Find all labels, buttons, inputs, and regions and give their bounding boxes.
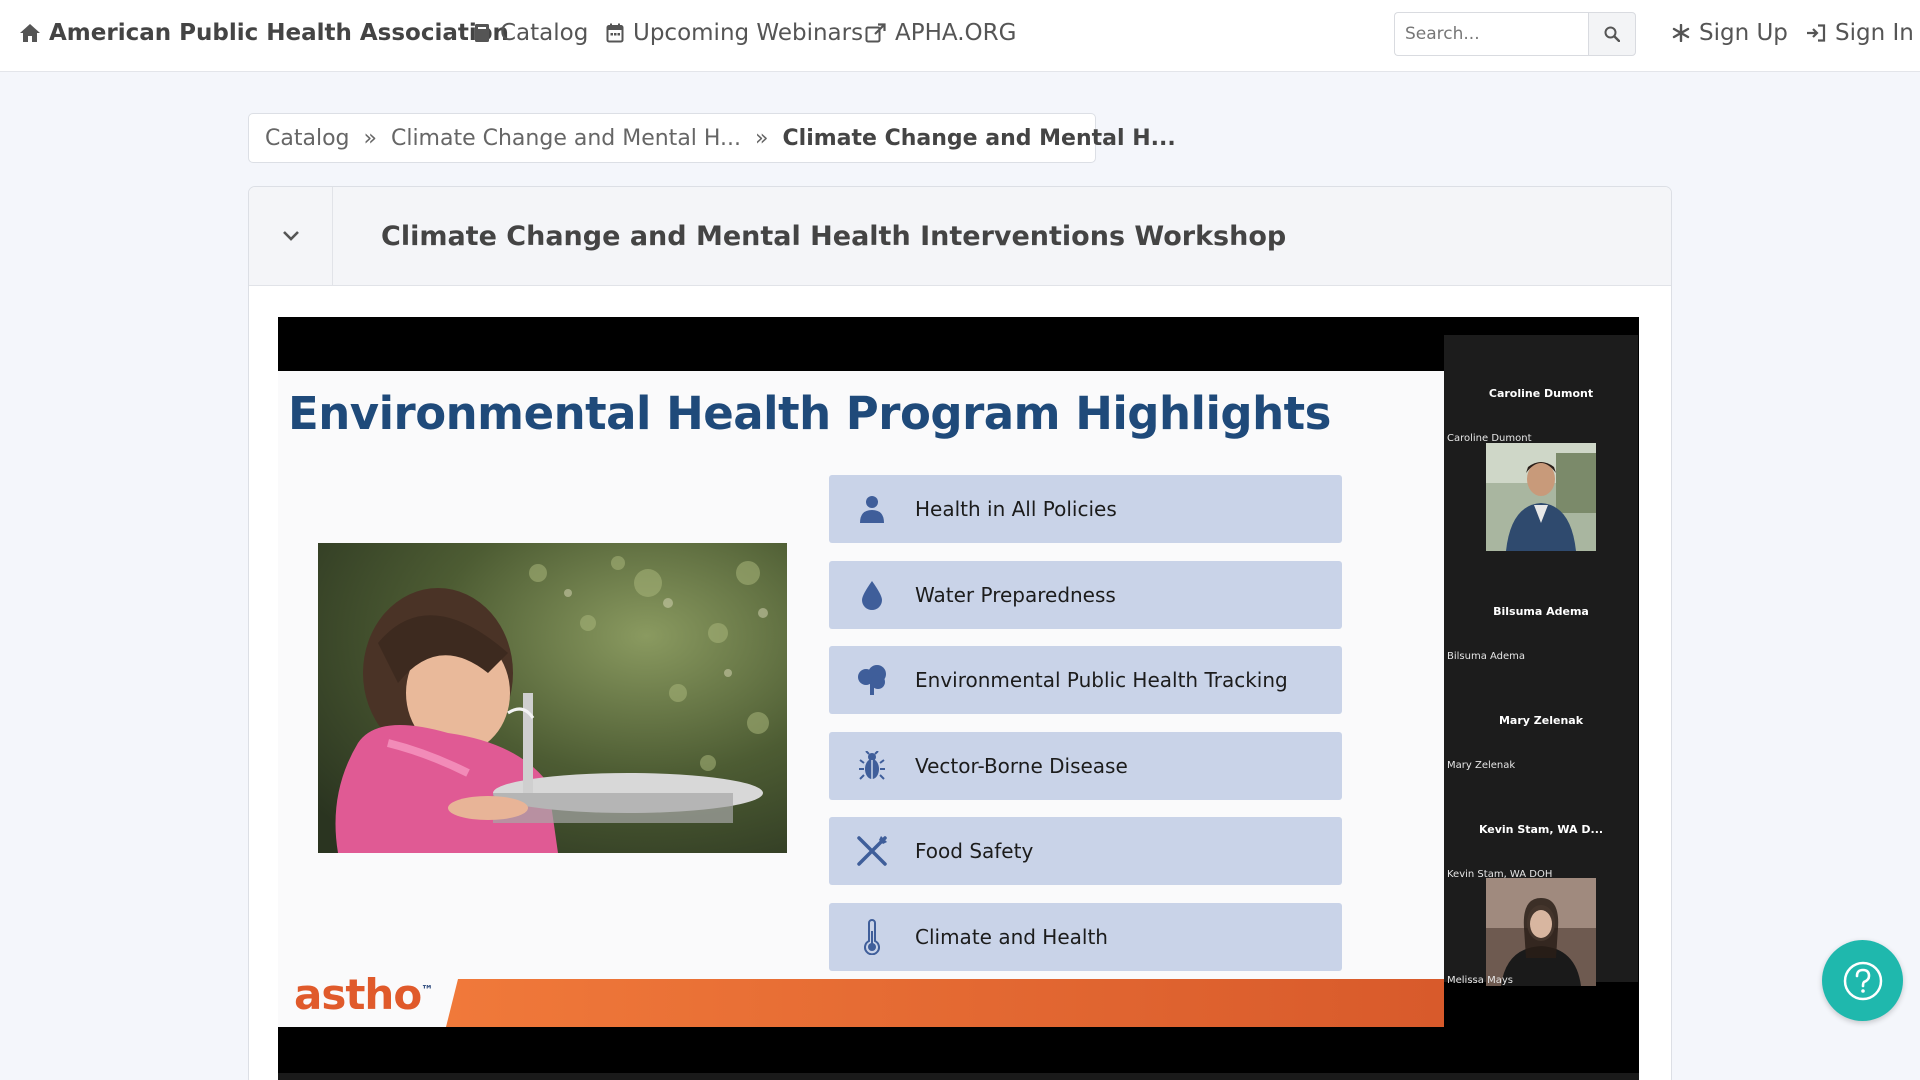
list-item: Food Safety bbox=[829, 817, 1342, 885]
card-header: Climate Change and Mental Health Interve… bbox=[249, 187, 1671, 286]
participant-name: Caroline Dumont bbox=[1488, 387, 1594, 400]
item-label: Food Safety bbox=[915, 839, 1034, 863]
astho-logo: astho™ bbox=[294, 970, 433, 1019]
external-link-icon bbox=[865, 23, 886, 43]
top-navbar: American Public Health Association Catal… bbox=[0, 0, 1920, 72]
person-icon bbox=[860, 496, 884, 523]
home-icon bbox=[20, 24, 40, 42]
nav-apha-org[interactable]: APHA.ORG bbox=[865, 20, 1016, 46]
slide-footer: astho™ bbox=[278, 970, 1444, 1027]
breadcrumb-parent[interactable]: Climate Change and Mental H... bbox=[391, 126, 741, 151]
book-icon bbox=[475, 24, 489, 42]
chevron-down-icon bbox=[282, 231, 299, 241]
item-label: Health in All Policies bbox=[915, 497, 1117, 521]
list-item: Health in All Policies bbox=[829, 475, 1342, 543]
list-item: Climate and Health bbox=[829, 902, 1342, 971]
help-button[interactable] bbox=[1822, 940, 1903, 1021]
search-button[interactable] bbox=[1588, 12, 1636, 56]
nav-upcoming-webinars[interactable]: Upcoming Webinars bbox=[606, 20, 863, 46]
nav-catalog-label: Catalog bbox=[500, 20, 589, 46]
utensils-icon bbox=[857, 836, 887, 866]
calendar-icon bbox=[606, 23, 624, 43]
presentation-slide: Environmental Health Program Highlights bbox=[278, 371, 1444, 1027]
video-player[interactable]: Environmental Health Program Highlights bbox=[278, 317, 1639, 1080]
participant-label: Mary Zelenak bbox=[1447, 760, 1516, 771]
sign-in-link[interactable]: Sign In bbox=[1806, 20, 1914, 46]
video-controls-bar[interactable] bbox=[278, 1073, 1639, 1080]
nav-catalog[interactable]: Catalog bbox=[473, 20, 588, 46]
item-label: Climate and Health bbox=[915, 924, 1108, 949]
sign-up-link[interactable]: Sign Up bbox=[1672, 20, 1788, 46]
item-label: Vector-Borne Disease bbox=[915, 753, 1128, 778]
sign-in-icon bbox=[1807, 24, 1826, 42]
nav-apha-label: APHA.ORG bbox=[895, 20, 1017, 46]
astho-logo-tm: ™ bbox=[421, 983, 433, 997]
bug-icon bbox=[859, 750, 885, 780]
participant-label: Melissa Mays bbox=[1447, 975, 1513, 986]
search-icon bbox=[1604, 26, 1620, 42]
sign-in-label: Sign In bbox=[1835, 20, 1914, 46]
breadcrumb-catalog[interactable]: Catalog bbox=[265, 126, 350, 151]
participants-panel: Caroline Dumont Caroline Dumont Bilsuma … bbox=[1444, 335, 1638, 986]
highlights-list: Health in All Policies Water Preparednes… bbox=[829, 475, 1342, 988]
participant-label: Bilsuma Adema bbox=[1447, 651, 1526, 662]
sign-up-label: Sign Up bbox=[1699, 20, 1788, 46]
thermometer-icon bbox=[864, 918, 880, 955]
nav-webinars-label: Upcoming Webinars bbox=[633, 20, 864, 46]
card-title: Climate Change and Mental Health Interve… bbox=[381, 220, 1287, 252]
question-circle-icon bbox=[1843, 961, 1882, 1000]
water-drop-icon bbox=[862, 580, 882, 610]
participant-video bbox=[1486, 878, 1596, 986]
double-chevron-right-icon: » bbox=[755, 125, 769, 151]
breadcrumb-current: Climate Change and Mental H... bbox=[782, 125, 1176, 151]
breadcrumb: Catalog » Climate Change and Mental H...… bbox=[248, 113, 1176, 163]
footer-orange-bar bbox=[446, 979, 1444, 1027]
participant-video bbox=[1486, 443, 1596, 551]
item-label: Environmental Public Health Tracking bbox=[915, 668, 1288, 692]
search-box bbox=[1394, 12, 1636, 56]
participant-name: Kevin Stam, WA D... bbox=[1478, 823, 1604, 836]
astho-logo-text: astho bbox=[294, 970, 422, 1019]
participant-name: Mary Zelenak bbox=[1498, 714, 1584, 727]
slide-title: Environmental Health Program Highlights bbox=[288, 387, 1331, 440]
brand-name: American Public Health Association bbox=[49, 20, 509, 46]
content-card: Climate Change and Mental Health Interve… bbox=[248, 186, 1672, 1080]
slide-photo bbox=[318, 543, 787, 853]
list-item: Vector-Borne Disease bbox=[829, 731, 1342, 800]
brand-link[interactable]: American Public Health Association bbox=[19, 20, 509, 46]
item-label: Water Preparedness bbox=[915, 582, 1116, 607]
search-input[interactable] bbox=[1394, 12, 1588, 56]
tree-icon bbox=[858, 665, 886, 695]
list-item: Environmental Public Health Tracking bbox=[829, 646, 1342, 714]
collapse-toggle-button[interactable] bbox=[249, 187, 333, 286]
double-chevron-right-icon: » bbox=[363, 125, 377, 151]
participant-name: Bilsuma Adema bbox=[1493, 605, 1589, 618]
asterisk-icon bbox=[1672, 24, 1690, 42]
list-item: Water Preparedness bbox=[829, 560, 1342, 629]
